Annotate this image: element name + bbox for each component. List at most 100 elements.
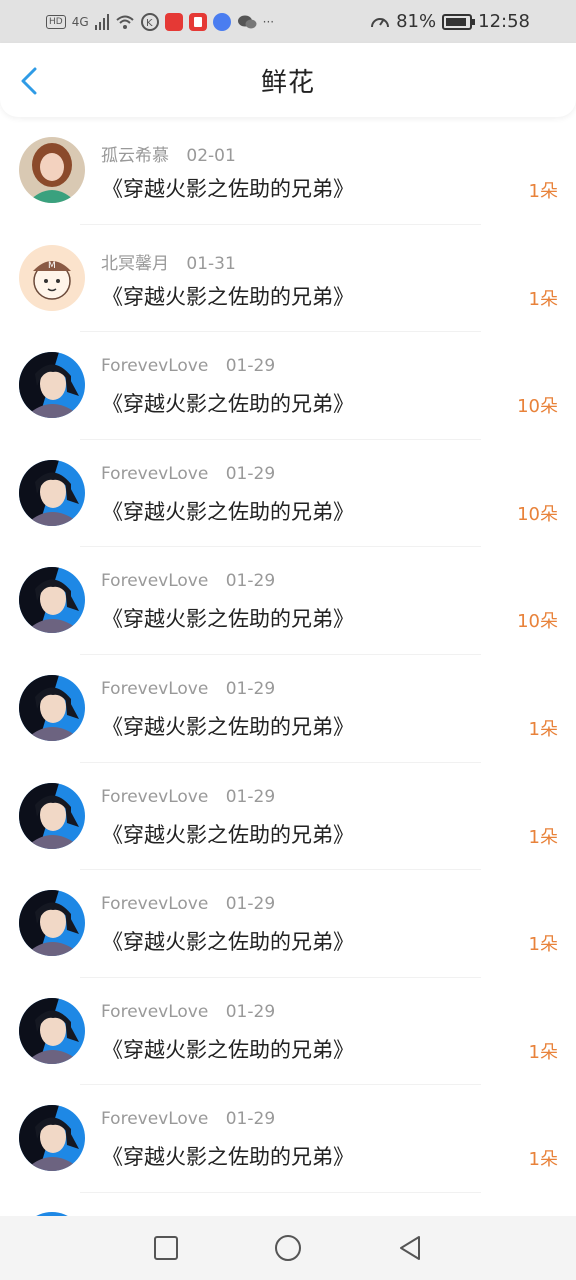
avatar[interactable]: M: [19, 244, 85, 311]
item-meta: ForevevLove 01-29: [101, 1002, 275, 1022]
page-title: 鲜花: [260, 67, 315, 98]
avatar-anime-image: [19, 1105, 85, 1172]
network-icon: 4G: [71, 14, 89, 29]
flower-count: 1朵: [528, 1149, 558, 1171]
flower-count: 10朵: [517, 396, 558, 418]
clock: 12:58: [478, 11, 530, 32]
avatar[interactable]: [19, 137, 85, 203]
signal-icon: [94, 13, 109, 30]
avatar[interactable]: [19, 352, 85, 419]
k-app-icon: K: [140, 12, 159, 31]
item-meta: ForevevLove 01-29: [101, 464, 275, 484]
system-nav-bar: [0, 1216, 576, 1280]
avatar[interactable]: [19, 674, 85, 741]
svg-text:M: M: [48, 261, 56, 271]
flower-count: 1朵: [528, 181, 558, 202]
avatar-anime-image: [19, 567, 85, 634]
battery-icon: [442, 13, 476, 30]
item-meta: ForevevLove 01-29: [101, 356, 275, 376]
flower-count: 1朵: [528, 718, 558, 740]
circle-icon: [275, 1235, 301, 1261]
wechat-icon: [237, 15, 257, 28]
book-title: 《穿越火影之佐助的兄弟》: [102, 1145, 354, 1170]
avatar-anime-image: [19, 890, 85, 957]
user-name: ForevevLove: [101, 1001, 209, 1022]
list-item[interactable]: ForevevLove 01-29 《穿越火影之佐助的兄弟》 10朵: [0, 440, 576, 548]
more-icon: ···: [262, 14, 275, 29]
avatar-anime-image: [19, 997, 85, 1064]
list-item[interactable]: ForevevLove 01-29 《穿越火影之佐助的兄弟》 1朵: [0, 763, 576, 871]
book-title: 《穿越火影之佐助的兄弟》: [102, 1037, 354, 1062]
app-red-icon: [164, 12, 183, 31]
flower-count: 1朵: [528, 288, 558, 310]
list-item[interactable]: ForevevLove 01-29 《穿越火影之佐助的兄弟》 1朵: [0, 1085, 576, 1193]
avatar[interactable]: [19, 459, 85, 526]
avatar-anime-image: [19, 674, 85, 741]
book-app-icon: [188, 12, 207, 31]
avatar-anime-image: [19, 459, 85, 526]
list-item[interactable]: ForevevLove 01-29 《穿越火影之佐助的兄弟》 1朵: [0, 655, 576, 763]
avatar-girl-image: [19, 137, 85, 203]
app-root: HD 4G K ··· 81% 12:58 鲜花 孤云希慕 02-01 《穿越火…: [0, 0, 576, 1280]
avatar-cartoon-image: M: [19, 244, 85, 311]
avatar[interactable]: [19, 782, 85, 849]
book-title: 《穿越火影之佐助的兄弟》: [102, 714, 354, 739]
book-title: 《穿越火影之佐助的兄弟》: [102, 177, 354, 201]
list-item[interactable]: ForevevLove 01-29 《穿越火影之佐助的兄弟》 1朵: [0, 978, 576, 1086]
list-item[interactable]: ForevevLove 01-29 《穿越火影之佐助的兄弟》 10朵: [0, 547, 576, 655]
item-date: 02-01: [186, 146, 236, 166]
item-date: 01-29: [225, 463, 276, 484]
user-name: ForevevLove: [101, 1109, 209, 1130]
book-title: 《穿越火影之佐助的兄弟》: [102, 499, 354, 524]
status-bar: HD 4G K ··· 81% 12:58: [0, 0, 576, 43]
item-meta: ForevevLove 01-29: [101, 1109, 275, 1129]
book-title: 《穿越火影之佐助的兄弟》: [102, 392, 354, 417]
status-right: 81% 12:58: [370, 11, 530, 32]
book-title: 《穿越火影之佐助的兄弟》: [102, 930, 354, 955]
list-item[interactable]: ForevevLove 01-29 《穿越火影之佐助的兄弟》 1朵: [0, 870, 576, 978]
user-name: 孤云希慕: [101, 146, 169, 166]
chevron-left-icon: [21, 67, 37, 95]
book-title: 《穿越火影之佐助的兄弟》: [102, 284, 354, 309]
back-button[interactable]: [20, 67, 44, 95]
item-meta: ForevevLove 01-29: [101, 894, 275, 914]
header-bar: 鲜花: [0, 43, 576, 117]
avatar[interactable]: [19, 567, 85, 634]
music-app-icon: [212, 12, 231, 31]
item-date: 01-29: [225, 356, 276, 377]
item-meta: 北冥馨月 01-31: [101, 249, 236, 274]
user-name: ForevevLove: [101, 463, 209, 484]
home-button[interactable]: [273, 1233, 303, 1263]
book-title: 《穿越火影之佐助的兄弟》: [102, 822, 354, 847]
list-item[interactable]: ForevevLove 01-29 《穿越火影之佐助的兄弟》 10朵: [0, 332, 576, 440]
battery-percent: 81%: [396, 11, 437, 32]
flower-list: 孤云希慕 02-01 《穿越火影之佐助的兄弟》 1朵 M 北冥馨月 01-31 …: [0, 117, 576, 1193]
avatar-anime-image: [19, 782, 85, 849]
avatar-anime-image: [19, 352, 85, 419]
list-item[interactable]: M 北冥馨月 01-31 《穿越火影之佐助的兄弟》 1朵: [0, 225, 576, 333]
item-date: 01-31: [186, 253, 236, 274]
back-nav-button[interactable]: [395, 1233, 425, 1263]
item-date: 01-29: [225, 894, 276, 915]
wifi-icon: [115, 15, 134, 29]
item-date: 01-29: [225, 786, 276, 807]
flower-count: 1朵: [528, 1041, 558, 1063]
user-name: ForevevLove: [101, 894, 209, 915]
avatar[interactable]: [19, 890, 85, 957]
user-name: 北冥馨月: [101, 253, 169, 274]
item-date: 01-29: [225, 571, 276, 592]
recent-apps-button[interactable]: [151, 1233, 181, 1263]
avatar[interactable]: [19, 997, 85, 1064]
flower-count: 1朵: [528, 934, 558, 956]
item-meta: 孤云希慕 02-01: [101, 141, 236, 166]
svg-text:K: K: [146, 18, 153, 29]
list-item[interactable]: 孤云希慕 02-01 《穿越火影之佐助的兄弟》 1朵: [0, 117, 576, 225]
user-name: ForevevLove: [101, 786, 209, 807]
item-date: 01-29: [225, 678, 276, 699]
user-name: ForevevLove: [101, 356, 209, 377]
item-date: 01-29: [225, 1109, 276, 1130]
flower-count: 10朵: [517, 503, 558, 525]
avatar[interactable]: [19, 1105, 85, 1172]
hd-icon: HD: [46, 14, 66, 29]
divider: [80, 1191, 481, 1193]
